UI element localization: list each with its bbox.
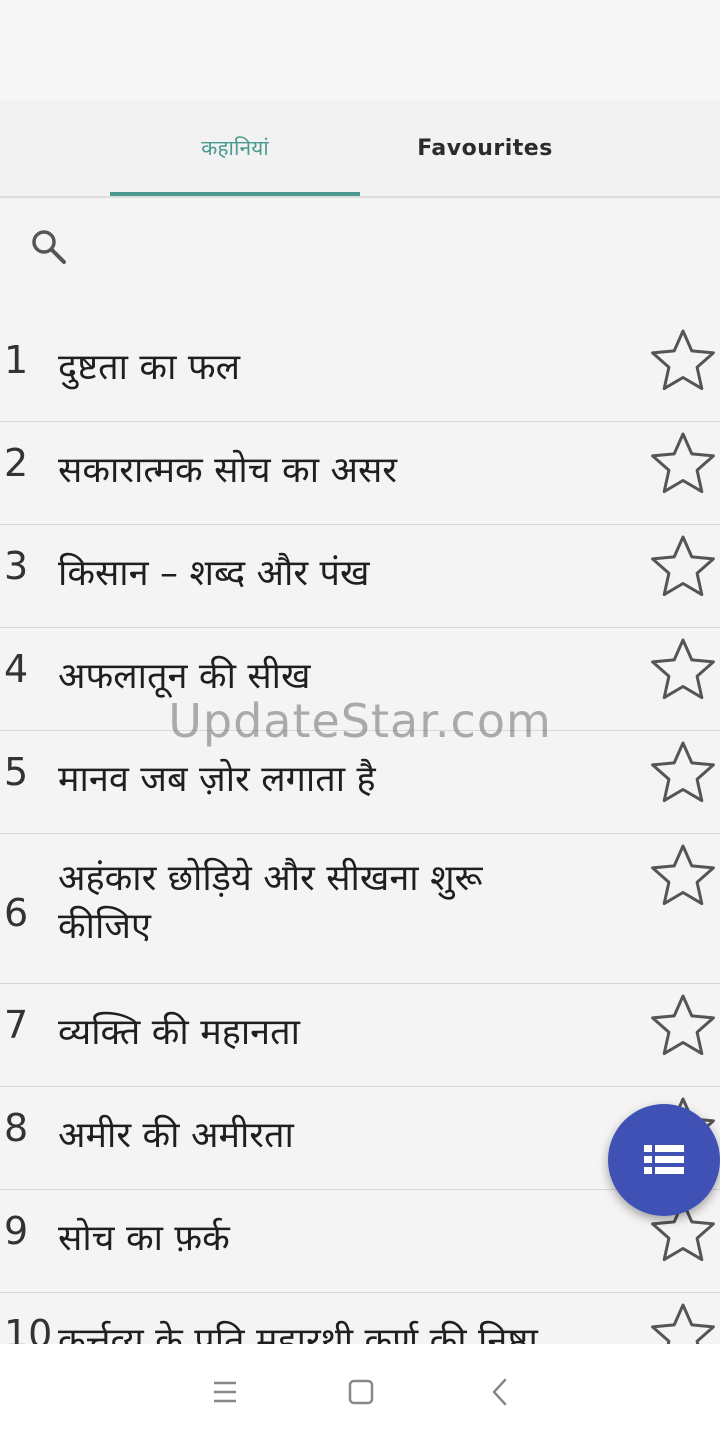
favourite-star-icon[interactable] (648, 1300, 718, 1344)
list-icon (644, 1145, 684, 1174)
favourite-star-icon[interactable] (648, 326, 718, 396)
tab-stories[interactable]: कहानियां (110, 100, 360, 196)
active-tab-indicator (110, 192, 360, 196)
story-number: 5 (4, 750, 29, 794)
story-title: कर्त्तव्य के प्रति महारथी कर्ण की निष्ठा (58, 1321, 538, 1344)
favourite-star-icon[interactable] (648, 532, 718, 602)
story-number: 8 (4, 1106, 29, 1150)
tab-favourites[interactable]: Favourites (360, 100, 610, 196)
story-title: अहंकार छोड़िये और सीखना शुरू कीजिए (58, 858, 483, 947)
list-item[interactable]: 7 व्यक्ति की महानता (0, 983, 720, 1087)
story-title: किसान – शब्द और पंख (58, 553, 370, 594)
story-number: 3 (4, 544, 29, 588)
menu-icon[interactable] (201, 1368, 249, 1416)
story-title: सोच का फ़र्क (58, 1218, 230, 1259)
back-chevron-icon[interactable] (475, 1368, 523, 1416)
search-icon[interactable] (28, 226, 68, 266)
home-square-icon[interactable] (337, 1368, 385, 1416)
story-title: सकारात्मक सोच का असर (58, 450, 398, 491)
tab-stories-label: कहानियां (201, 136, 269, 160)
story-number: 1 (4, 338, 29, 382)
system-navigation-bar (0, 1344, 720, 1440)
list-item[interactable]: 9 सोच का फ़र्क (0, 1189, 720, 1293)
story-number: 10 (4, 1312, 53, 1344)
status-bar-area (0, 0, 720, 100)
list-item[interactable]: 10 कर्त्तव्य के प्रति महारथी कर्ण की निष्… (0, 1292, 720, 1344)
story-title: अमीर की अमीरता (58, 1115, 294, 1156)
story-number: 2 (4, 441, 29, 485)
story-list: 1 दुष्टता का फल 2 सकारात्मक सोच का असर 3 किसा… (0, 318, 720, 1344)
story-number: 9 (4, 1209, 29, 1253)
list-item[interactable]: 5 मानव जब ज़ोर लगाता है (0, 730, 720, 834)
list-item[interactable]: 1 दुष्टता का फल (0, 318, 720, 422)
story-number: 6 (4, 891, 29, 935)
list-item[interactable]: 6 अहंकार छोड़िये और सीखना शुरू कीजिए (0, 833, 720, 984)
favourite-star-icon[interactable] (648, 738, 718, 808)
tab-favourites-label: Favourites (417, 135, 553, 161)
favourite-star-icon[interactable] (648, 841, 718, 911)
story-number: 4 (4, 647, 29, 691)
search-bar (0, 198, 720, 310)
favourite-star-icon[interactable] (648, 991, 718, 1061)
list-item[interactable]: 2 सकारात्मक सोच का असर (0, 421, 720, 525)
favourite-star-icon[interactable] (648, 429, 718, 499)
story-number: 7 (4, 1003, 29, 1047)
search-input[interactable] (80, 222, 684, 272)
tab-bar: कहानियां Favourites (0, 100, 720, 198)
list-view-fab[interactable] (608, 1104, 720, 1216)
story-title: अफलातून की सीख (58, 656, 311, 697)
list-item[interactable]: 4 अफलातून की सीख (0, 627, 720, 731)
story-title: मानव जब ज़ोर लगाता है (58, 759, 376, 800)
story-title: व्यक्ति की महानता (58, 1012, 300, 1053)
story-title: दुष्टता का फल (58, 347, 241, 388)
favourite-star-icon[interactable] (648, 635, 718, 705)
list-item[interactable]: 3 किसान – शब्द और पंख (0, 524, 720, 628)
